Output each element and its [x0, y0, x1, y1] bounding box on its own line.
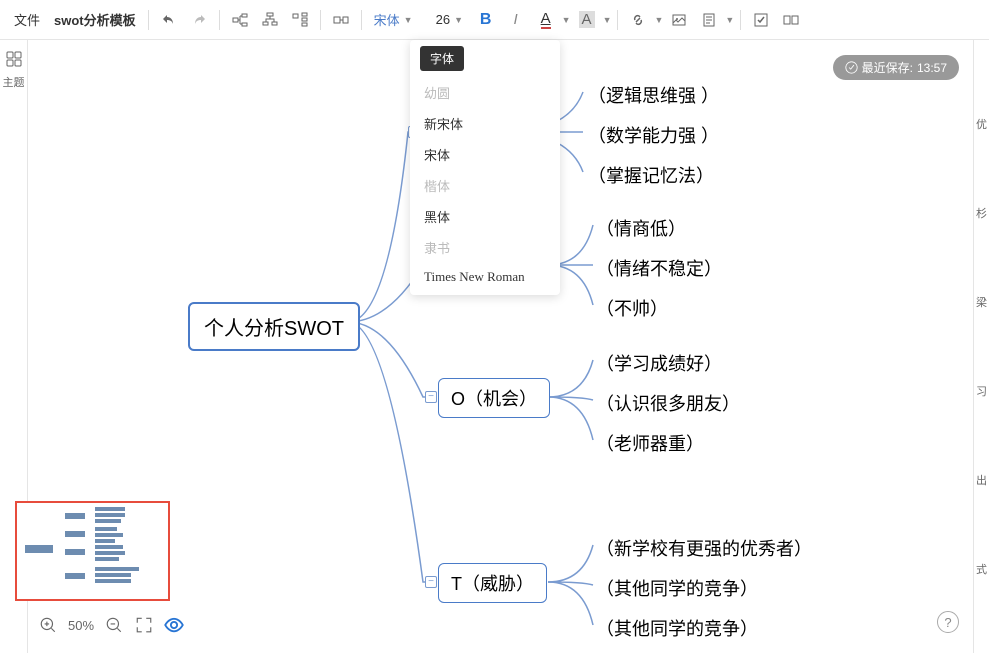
leaf-node[interactable]: （其他同学的竞争）	[596, 613, 758, 643]
collapse-button[interactable]: −	[425, 576, 437, 588]
chevron-down-icon: ▼	[404, 15, 413, 25]
root-node[interactable]: 个人分析SWOT	[188, 302, 360, 351]
redo-button[interactable]	[185, 6, 213, 34]
fit-button[interactable]	[134, 615, 154, 635]
divider	[148, 10, 149, 30]
size-current: 26	[436, 12, 450, 27]
zoom-out-button[interactable]	[104, 615, 124, 635]
font-option[interactable]: 黑体	[410, 201, 560, 232]
checkbox-button[interactable]	[747, 6, 775, 34]
right-edge: 优 杉 梁 习 出 式	[973, 40, 989, 653]
edge-char: 式	[976, 561, 987, 577]
note-button[interactable]	[695, 6, 723, 34]
edge-char: 杉	[976, 205, 987, 221]
leaf-node[interactable]: （掌握记忆法）	[588, 160, 714, 190]
save-label: 最近保存:	[862, 59, 913, 76]
edge-char: 梁	[976, 294, 987, 310]
branch-node[interactable]: O（机会）	[438, 378, 550, 418]
branch-node[interactable]: T（威胁）	[438, 563, 547, 603]
highlight-button[interactable]: A	[573, 6, 601, 34]
divider	[740, 10, 741, 30]
more-button[interactable]	[777, 6, 805, 34]
leaf-node[interactable]: （情绪不稳定）	[596, 253, 722, 283]
note-arrow[interactable]: ▼	[725, 15, 734, 25]
link-arrow[interactable]: ▼	[654, 15, 663, 25]
layout3-button[interactable]	[286, 6, 314, 34]
italic-button[interactable]: I	[502, 6, 530, 34]
leaf-node[interactable]: （情商低）	[596, 213, 686, 243]
edge-char: 习	[976, 383, 987, 399]
zoom-controls: 50%	[38, 615, 184, 635]
size-select[interactable]: 26 ▼	[430, 7, 470, 33]
leaf-node[interactable]: （逻辑思维强 ）	[588, 80, 719, 110]
leaf-node[interactable]: （不帅）	[596, 293, 668, 323]
minimap[interactable]	[15, 501, 170, 601]
color-arrow[interactable]: ▼	[562, 15, 571, 25]
font-dropdown-header: 字体	[420, 46, 464, 71]
grid-icon[interactable]	[5, 50, 23, 68]
node-style-button[interactable]	[327, 6, 355, 34]
edge-char: 出	[976, 472, 987, 488]
font-option[interactable]: 新宋体	[410, 108, 560, 139]
zoom-in-button[interactable]	[38, 615, 58, 635]
font-current: 宋体	[374, 10, 400, 29]
leaf-node[interactable]: （数学能力强 ）	[588, 120, 719, 150]
leaf-node[interactable]: （认识很多朋友）	[596, 388, 740, 418]
leaf-node[interactable]: （新学校有更强的优秀者）	[596, 533, 812, 563]
link-button[interactable]	[624, 6, 652, 34]
save-badge: 最近保存: 13:57	[833, 55, 959, 80]
divider	[617, 10, 618, 30]
font-option[interactable]: 隶书	[410, 232, 560, 263]
image-button[interactable]	[665, 6, 693, 34]
view-button[interactable]	[164, 615, 184, 635]
font-option[interactable]: 宋体	[410, 139, 560, 170]
save-time: 13:57	[917, 61, 947, 75]
font-option[interactable]: 幼圆	[410, 77, 560, 108]
edge-char: 优	[976, 116, 987, 132]
zoom-level: 50%	[68, 618, 94, 633]
font-option[interactable]: 楷体	[410, 170, 560, 201]
font-dropdown: 字体 幼圆 新宋体 宋体 楷体 黑体 隶书 Times New Roman	[410, 40, 560, 295]
layout1-button[interactable]	[226, 6, 254, 34]
check-icon	[845, 61, 858, 74]
layout2-button[interactable]	[256, 6, 284, 34]
divider	[219, 10, 220, 30]
collapse-button[interactable]: −	[425, 391, 437, 403]
divider	[361, 10, 362, 30]
chevron-down-icon: ▼	[454, 15, 463, 25]
help-button[interactable]: ?	[937, 611, 959, 633]
divider	[320, 10, 321, 30]
undo-button[interactable]	[155, 6, 183, 34]
text-color-button[interactable]: A	[532, 6, 560, 34]
font-option[interactable]: Times New Roman	[410, 263, 560, 291]
font-select[interactable]: 宋体 ▼	[368, 7, 428, 33]
file-menu[interactable]: 文件	[8, 10, 46, 29]
topic-label: 主题	[3, 74, 25, 90]
bold-button[interactable]: B	[472, 6, 500, 34]
leaf-node[interactable]: （其他同学的竞争）	[596, 573, 758, 603]
leaf-node[interactable]: （学习成绩好）	[596, 348, 722, 378]
doc-title: swot分析模板	[48, 10, 142, 29]
highlight-arrow[interactable]: ▼	[603, 15, 612, 25]
leaf-node[interactable]: （老师器重）	[596, 428, 704, 458]
